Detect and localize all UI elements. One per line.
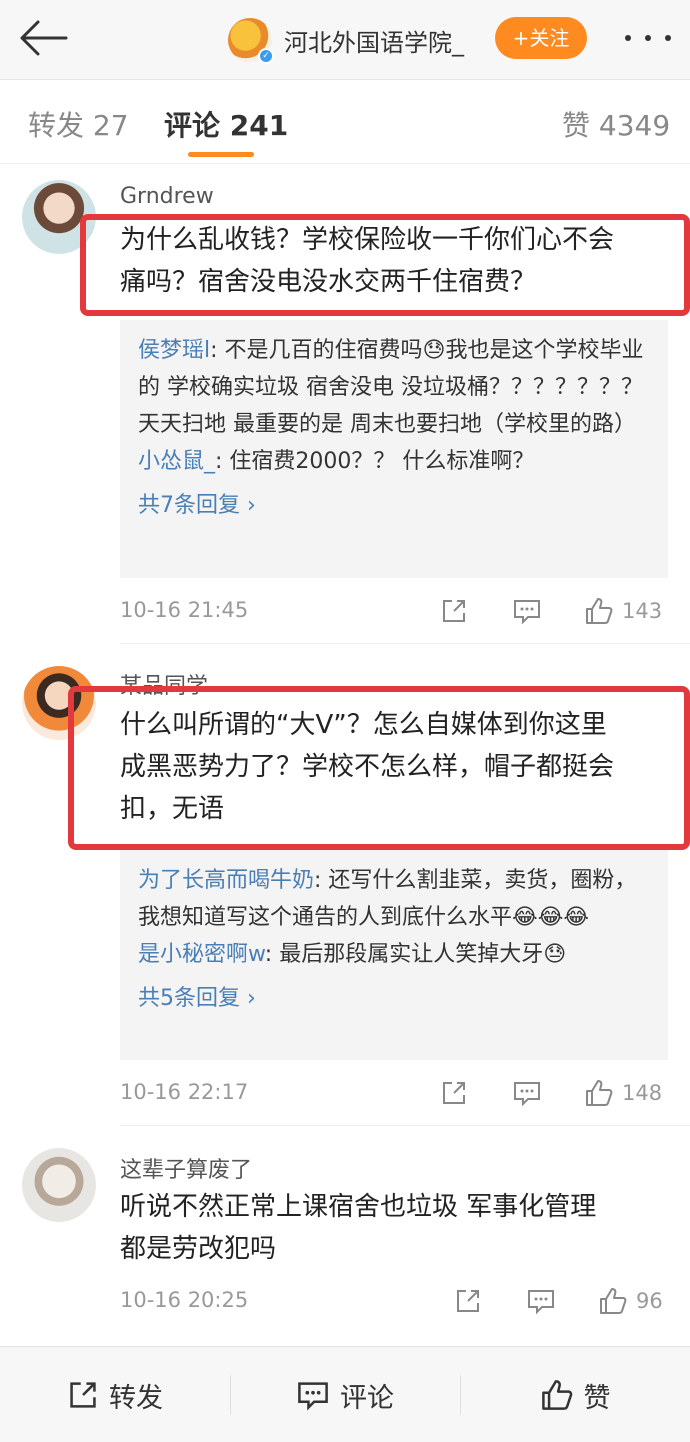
thumbs-up-icon bbox=[586, 598, 613, 624]
tab-bar: 转发 27 评论 241 赞 4349 bbox=[0, 80, 690, 164]
tab-comments[interactable]: 评论 241 bbox=[164, 104, 288, 144]
more-options-icon[interactable] bbox=[625, 28, 671, 48]
account-avatar[interactable]: ✓ bbox=[228, 18, 274, 64]
reply-item[interactable]: 侯梦瑶l: 不是几百的住宿费吗😓我也是这个学校毕业的 学校确实垃圾 宿舍没电 没… bbox=[138, 332, 650, 443]
repost-button[interactable]: 转发 bbox=[0, 1347, 230, 1442]
more-replies-link[interactable]: 共7条回复 › bbox=[138, 486, 650, 526]
thumbs-up-icon bbox=[586, 1080, 613, 1106]
tab-likes[interactable]: 赞 4349 bbox=[562, 104, 670, 144]
account-name[interactable]: 河北外国语学院_ bbox=[284, 23, 464, 58]
bottom-action-bar: 转发 评论 赞 bbox=[0, 1346, 690, 1442]
reply-text: : 住宿费2000？？ 什么标准啊？ bbox=[215, 449, 535, 474]
comment-icon bbox=[298, 1382, 328, 1411]
replies-box[interactable]: 侯梦瑶l: 不是几百的住宿费吗😓我也是这个学校毕业的 学校确实垃圾 宿舍没电 没… bbox=[120, 320, 668, 578]
comment-action-icon[interactable] bbox=[512, 1078, 542, 1108]
comment-label: 评论 bbox=[340, 1382, 394, 1414]
comment-text-line: 都是劳改犯吗 bbox=[120, 1234, 277, 1264]
comment-time: 10-16 20:25 bbox=[120, 1288, 249, 1312]
comment-time: 10-16 21:45 bbox=[120, 598, 249, 622]
reply-text: : 不是几百的住宿费吗😓我也是这个学校毕业的 学校确实垃圾 宿舍没电 没垃圾桶？… bbox=[138, 338, 644, 437]
like-count: 143 bbox=[622, 599, 663, 623]
comment-username[interactable]: Grndrew bbox=[120, 184, 214, 209]
comment-action-icon[interactable] bbox=[512, 596, 542, 626]
repost-action-icon[interactable] bbox=[454, 1286, 482, 1316]
reply-item[interactable]: 小怂鼠_: 住宿费2000？？ 什么标准啊？ bbox=[138, 443, 650, 480]
reply-username[interactable]: 为了长高而喝牛奶 bbox=[138, 868, 314, 893]
comment-text-line: 听说不然正常上课宿舍也垃圾 军事化管理 bbox=[120, 1192, 597, 1222]
comment-item: 某品同学 什么叫所谓的“大V”？怎么自媒体到你这里 成黑恶势力了？学校不怎么样，… bbox=[0, 644, 690, 1124]
comment-time: 10-16 22:17 bbox=[120, 1080, 249, 1104]
comment-meta: 10-16 22:17 148 bbox=[120, 1074, 668, 1114]
back-arrow-icon[interactable] bbox=[18, 18, 68, 58]
repost-label: 转发 bbox=[109, 1382, 163, 1414]
like-label: 赞 bbox=[583, 1382, 611, 1414]
reply-text: : 最后那段属实让人笑掉大牙😓 bbox=[264, 942, 567, 967]
like-action[interactable]: 148 bbox=[584, 1078, 662, 1108]
repost-icon bbox=[70, 1382, 96, 1408]
like-count: 96 bbox=[636, 1289, 663, 1313]
red-highlight-box bbox=[80, 214, 690, 316]
like-action[interactable]: 143 bbox=[584, 596, 662, 626]
top-bar: ✓ 河北外国语学院_ +关注 bbox=[0, 0, 690, 80]
comment-button[interactable]: 评论 bbox=[230, 1347, 460, 1442]
tab-reposts[interactable]: 转发 27 bbox=[28, 104, 129, 144]
account-header[interactable]: ✓ 河北外国语学院_ bbox=[228, 16, 464, 64]
comment-text: 听说不然正常上课宿舍也垃圾 军事化管理 都是劳改犯吗 bbox=[120, 1186, 670, 1270]
red-highlight-box bbox=[68, 686, 690, 850]
reply-item[interactable]: 为了长高而喝牛奶: 还写什么割韭菜，卖货，圈粉，我想知道写这个通告的人到底什么水… bbox=[138, 862, 650, 936]
reply-username[interactable]: 侯梦瑶l bbox=[138, 338, 210, 363]
repost-action-icon[interactable] bbox=[440, 1078, 468, 1108]
like-button[interactable]: 赞 bbox=[460, 1347, 690, 1442]
comment-meta: 10-16 20:25 96 bbox=[120, 1282, 668, 1322]
like-count: 148 bbox=[622, 1081, 663, 1105]
reply-username[interactable]: 小怂鼠_ bbox=[138, 449, 215, 474]
thumbs-up-icon bbox=[600, 1288, 627, 1314]
reply-item[interactable]: 是小秘密啊w: 最后那段属实让人笑掉大牙😓 bbox=[138, 936, 650, 973]
repost-action-icon[interactable] bbox=[440, 596, 468, 626]
thumbs-up-icon bbox=[541, 1380, 572, 1410]
comment-action-icon[interactable] bbox=[526, 1286, 556, 1316]
comment-meta: 10-16 21:45 143 bbox=[120, 592, 668, 632]
like-action[interactable]: 96 bbox=[598, 1286, 663, 1316]
more-replies-link[interactable]: 共5条回复 › bbox=[138, 979, 650, 1019]
comment-item: Grndrew 为什么乱收钱？学校保险收一千你们心不会 痛吗？宿舍没电没水交两千… bbox=[0, 164, 690, 644]
active-tab-indicator bbox=[188, 152, 254, 157]
verified-badge-icon: ✓ bbox=[258, 48, 274, 64]
comment-username[interactable]: 这辈子算废了 bbox=[120, 1152, 252, 1184]
comment-item: 这辈子算废了 听说不然正常上课宿舍也垃圾 军事化管理 都是劳改犯吗 10-16 … bbox=[0, 1126, 690, 1346]
avatar[interactable] bbox=[22, 1148, 96, 1222]
replies-box[interactable]: 为了长高而喝牛奶: 还写什么割韭菜，卖货，圈粉，我想知道写这个通告的人到底什么水… bbox=[120, 850, 668, 1060]
reply-username[interactable]: 是小秘密啊w bbox=[138, 942, 265, 967]
follow-button[interactable]: +关注 bbox=[495, 17, 587, 59]
